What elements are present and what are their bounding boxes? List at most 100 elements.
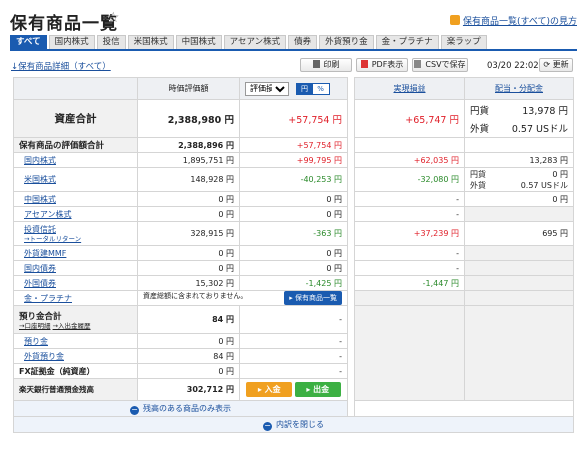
help-link-text: 保有商品一覧(すべて)の見方 [462, 17, 577, 27]
holding-pl: -40,253 円 [239, 167, 348, 192]
holding-realized: - [354, 260, 465, 276]
div-yen-label: 円貨 [470, 105, 490, 117]
holding-realized: +62,035 円 [354, 152, 465, 168]
holding-link[interactable]: アセアン株式 [24, 210, 72, 219]
fx-margin-label: FX証拠金（純資産） [13, 363, 138, 379]
close-breakdown-button[interactable]: − 内訳を閉じる [13, 416, 574, 433]
tab-7[interactable]: 外貨預り金 [319, 35, 374, 49]
pct-toggle[interactable]: % [312, 83, 329, 94]
deposit-total-valuation: 84 円 [137, 305, 240, 334]
csv-icon [414, 60, 422, 68]
div-fx-value: 0.57 USドル [520, 180, 568, 190]
tab-5[interactable]: アセアン株式 [223, 35, 287, 49]
deposit-total-row: 預り金合計 →口座明細 →入出金履歴 84 円 - [13, 305, 574, 401]
minus-circle-icon: − [130, 404, 139, 415]
yen-toggle[interactable]: 円 [296, 83, 313, 94]
deposit-label: 預り金 [13, 333, 138, 349]
holding-realized: - [354, 206, 465, 222]
print-button[interactable]: 印刷 [300, 58, 352, 72]
holding-valuation: 328,915 円 [137, 221, 240, 246]
gap [347, 363, 355, 379]
holdings-total-valuation: 2,388,896 円 [137, 137, 240, 153]
holding-realized: +37,239 円 [354, 221, 465, 246]
gold-link[interactable]: 金・プラチナ [24, 294, 72, 303]
refresh-button[interactable]: ⟳ 更新 [539, 58, 573, 72]
close-breakdown-label: 内訳を閉じる [276, 419, 324, 429]
tab-6[interactable]: 債券 [288, 35, 318, 49]
holding-name: 米国株式 [13, 167, 138, 192]
asset-total-row: 資産合計 2,388,980 円 +57,754 円 +65,747 円 円貨 1… [13, 99, 574, 138]
deposit-button[interactable]: ▸ 入金 [246, 382, 293, 397]
close-breakdown-row: − 内訳を閉じる [13, 416, 574, 433]
header-dividend[interactable]: 配当・分配金 [464, 77, 574, 100]
tab-9[interactable]: 楽ラップ [440, 35, 487, 49]
holding-dividend: 695 円 [464, 221, 574, 246]
header-realized[interactable]: 実現損益 [354, 77, 465, 100]
holdings-list-button[interactable]: ▸ 保有商品一覧 [284, 291, 342, 305]
favorite-star-icon[interactable]: ☆ [107, 10, 120, 26]
detail-link[interactable]: ↓保有商品詳細（すべて） [11, 60, 111, 72]
holding-name: 投資信託 →トータルリターン [13, 221, 138, 246]
div-fx-value: 0.57 USドル [511, 123, 568, 135]
div-yen-value: 0 円 [552, 169, 568, 179]
gap [347, 221, 355, 246]
tab-2[interactable]: 投信 [96, 35, 126, 49]
table-row: 中国株式 0 円0 円-0 円 [13, 191, 574, 207]
print-label: 印刷 [323, 60, 340, 69]
gap [347, 137, 355, 153]
holding-link[interactable]: 国内債券 [24, 264, 56, 273]
deposit-total-label: 預り金合計 →口座明細 →入出金履歴 [13, 305, 138, 334]
asset-total-valuation: 2,388,980 円 [137, 99, 240, 138]
update-datetime: 03/20 22:02 [487, 61, 539, 71]
gap [347, 206, 355, 222]
help-link[interactable]: 保有商品一覧(すべて)の見方 [449, 14, 577, 27]
gap [347, 167, 355, 192]
tab-0[interactable]: すべて [10, 35, 47, 49]
tab-1[interactable]: 国内株式 [48, 35, 95, 49]
holding-valuation: 148,928 円 [137, 167, 240, 192]
holding-name: 中国株式 [13, 191, 138, 207]
holding-link[interactable]: 外貨建MMF [24, 249, 66, 258]
holding-valuation: 0 円 [137, 206, 240, 222]
deposit-history-link[interactable]: →入出金履歴 [53, 322, 91, 330]
gold-note-cell: 資産総額に含まれておりません。 ▸ 保有商品一覧 [137, 290, 348, 306]
pl-select[interactable]: 評価損益 [245, 81, 289, 96]
fx-deposit-label: 外貨預り金 [13, 348, 138, 364]
holding-link[interactable]: 投資信託 [24, 225, 56, 234]
fx-margin-valuation: 0 円 [137, 363, 240, 379]
bank-actions: ▸ 入金 ▸ 出金 [239, 378, 348, 401]
show-balance-button[interactable]: − 残高のある商品のみ表示 [13, 400, 348, 417]
withdraw-button[interactable]: ▸ 出金 [294, 382, 341, 397]
holding-pl: 0 円 [239, 260, 348, 276]
tab-4[interactable]: 中国株式 [175, 35, 222, 49]
holding-dividend: 0 円 [464, 191, 574, 207]
deposit-link[interactable]: 預り金 [24, 337, 48, 346]
holding-name: 外国債券 [13, 275, 138, 291]
holding-link[interactable]: 国内株式 [24, 156, 56, 165]
holding-pl: +99,795 円 [239, 152, 348, 168]
table-row: 国内債券 0 円0 円- [13, 260, 574, 276]
total-return-link[interactable]: →トータルリターン [24, 235, 132, 243]
deposit-total-pl: - [239, 305, 348, 334]
csv-button[interactable]: CSVで保存 [412, 58, 468, 72]
holding-dividend [464, 260, 574, 276]
unit-toggle: 円 % [295, 82, 330, 95]
pdf-button[interactable]: PDF表示 [356, 58, 408, 72]
fx-deposit-link[interactable]: 外貨預り金 [24, 352, 64, 361]
table-row: 米国株式 148,928 円 -40,253 円 -32,080 円円貨 0 円外貨 0.… [13, 167, 574, 192]
minus-circle-icon: − [263, 420, 272, 431]
holdings-total-pl: +57,754 円 [239, 137, 348, 153]
holding-dividend [464, 245, 574, 261]
holding-link[interactable]: 米国株式 [24, 175, 56, 184]
gap [347, 333, 355, 349]
holding-link[interactable]: 中国株式 [24, 195, 56, 204]
deposit-dividend-blank [464, 305, 574, 401]
account-statement-link[interactable]: →口座明細 [19, 322, 50, 330]
tab-8[interactable]: 金・プラチナ [375, 35, 439, 49]
holding-link[interactable]: 外国債券 [24, 279, 56, 288]
table-row: 外貨建MMF 0 円0 円- [13, 245, 574, 261]
refresh-label: 更新 [552, 60, 569, 69]
tab-3[interactable]: 米国株式 [127, 35, 174, 49]
deposit-pl: - [239, 333, 348, 349]
gold-label: 金・プラチナ [13, 290, 138, 306]
